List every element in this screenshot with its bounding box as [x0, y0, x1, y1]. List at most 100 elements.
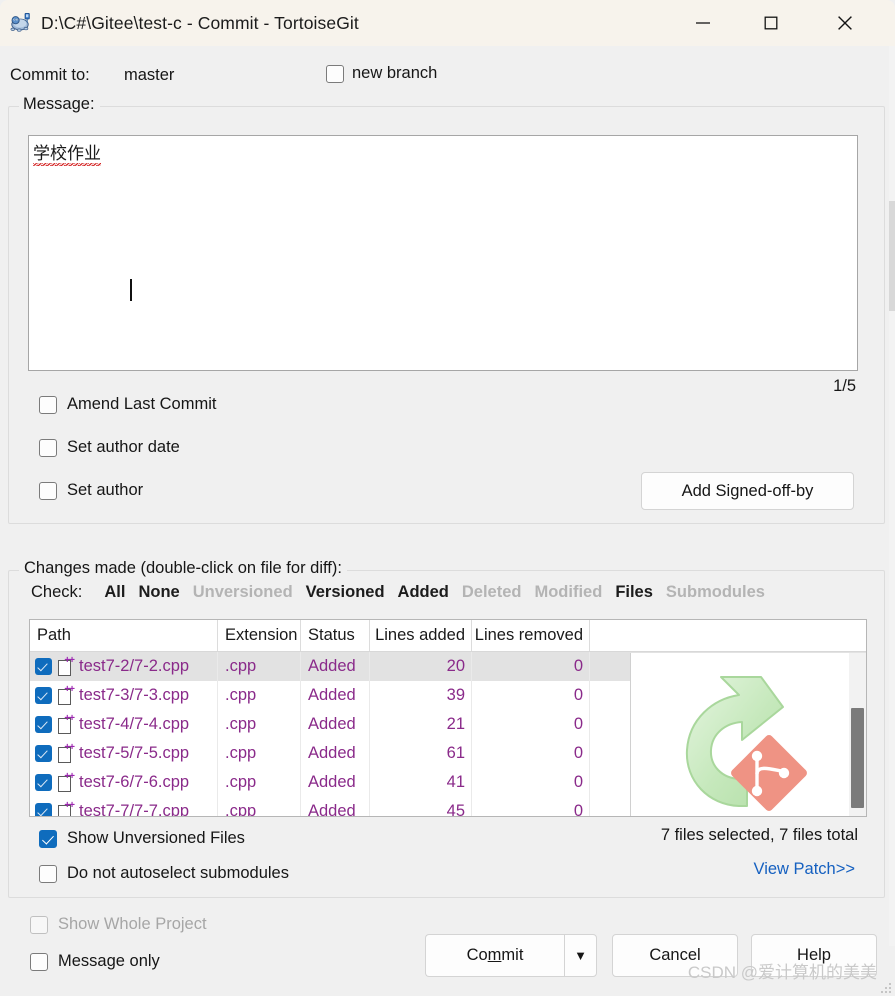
- new-branch-checkbox[interactable]: [326, 64, 344, 83]
- new-branch-checkbox-row[interactable]: new branch: [326, 64, 437, 83]
- column-header-path[interactable]: Path: [30, 620, 218, 651]
- file-lines-added-cell: 21: [370, 710, 472, 739]
- set-author-row[interactable]: Set author: [39, 481, 143, 500]
- file-lines-removed-cell: 0: [472, 797, 590, 816]
- filter-files[interactable]: Files: [615, 583, 653, 602]
- text-caret: [130, 279, 132, 301]
- filter-modified: Modified: [534, 583, 603, 601]
- help-button[interactable]: Help: [751, 934, 877, 977]
- message-only-row[interactable]: Message only: [30, 952, 160, 971]
- maximize-button[interactable]: [743, 0, 799, 46]
- dialog-scrollbar-track[interactable]: [889, 46, 895, 946]
- file-path-text: test7-6/7-6.cpp: [79, 773, 190, 791]
- files-count-status: 7 files selected, 7 files total: [660, 826, 858, 844]
- view-patch-link[interactable]: View Patch>>: [753, 860, 855, 879]
- filter-submodules: Submodules: [665, 583, 765, 601]
- file-lines-added-cell: 45: [370, 797, 472, 816]
- commit-dropdown-button[interactable]: ▼: [564, 934, 597, 977]
- filter-added[interactable]: Added: [398, 583, 449, 602]
- message-group: Message: 学校作业 1/5 Amend Last Commit Set …: [8, 95, 885, 524]
- file-path-cell[interactable]: ++ test7-3/7-3.cpp: [30, 681, 218, 710]
- set-author-date-row[interactable]: Set author date: [39, 438, 180, 457]
- message-group-label: Message:: [19, 95, 100, 114]
- close-button[interactable]: [817, 0, 873, 46]
- row-checkbox[interactable]: [35, 687, 52, 704]
- file-lines-added-cell: 41: [370, 768, 472, 797]
- file-path-text: test7-5/7-5.cpp: [79, 744, 190, 762]
- commit-button-suffix: mit: [501, 946, 524, 964]
- message-input[interactable]: 学校作业: [28, 135, 858, 371]
- file-status-cell: Added: [301, 768, 370, 797]
- no-autoselect-submodules-checkbox[interactable]: [39, 864, 57, 883]
- commit-to-label: Commit to:: [10, 66, 90, 84]
- no-autoselect-submodules-label: Do not autoselect submodules: [67, 864, 289, 882]
- file-extension-cell: .cpp: [218, 710, 301, 739]
- file-path-cell[interactable]: ++ test7-2/7-2.cpp: [30, 652, 218, 681]
- check-filter-row: Check: All None Unversioned Versioned Ad…: [31, 583, 778, 602]
- show-unversioned-files-row[interactable]: Show Unversioned Files: [39, 829, 245, 848]
- changes-group: Changes made (double-click on file for d…: [8, 559, 885, 898]
- file-lines-added-cell: 39: [370, 681, 472, 710]
- filter-deleted: Deleted: [461, 583, 522, 601]
- column-header-lines-removed[interactable]: Lines removed: [472, 620, 590, 651]
- show-whole-project-label: Show Whole Project: [58, 915, 207, 933]
- filter-all[interactable]: All: [104, 583, 125, 602]
- file-list-scrollbar-thumb[interactable]: [851, 708, 864, 808]
- file-path-text: test7-4/7-4.cpp: [79, 715, 190, 733]
- file-extension-cell: .cpp: [218, 652, 301, 681]
- show-unversioned-files-label: Show Unversioned Files: [67, 829, 245, 847]
- tortoisegit-watermark-logo: [643, 655, 833, 816]
- column-header-extension[interactable]: Extension: [218, 620, 301, 651]
- column-header-status[interactable]: Status: [301, 620, 370, 651]
- show-unversioned-files-checkbox[interactable]: [39, 829, 57, 848]
- minimize-button[interactable]: [675, 0, 731, 46]
- file-status-cell: Added: [301, 739, 370, 768]
- commit-button-prefix: Co: [466, 946, 488, 964]
- set-author-date-checkbox[interactable]: [39, 438, 57, 457]
- file-status-cell: Added: [301, 710, 370, 739]
- message-only-label: Message only: [58, 952, 160, 970]
- resize-grip[interactable]: [879, 981, 891, 993]
- changes-group-label: Changes made (double-click on file for d…: [19, 559, 347, 578]
- file-preview-pane: [630, 653, 866, 816]
- new-branch-label: new branch: [352, 64, 438, 82]
- commit-to-branch-value[interactable]: master: [124, 66, 174, 85]
- commit-button-accel: m: [487, 946, 502, 964]
- row-checkbox[interactable]: [35, 716, 52, 733]
- cpp-file-icon: ++: [58, 713, 75, 734]
- add-signed-off-by-button[interactable]: Add Signed-off-by: [641, 472, 854, 510]
- filter-versioned[interactable]: Versioned: [306, 583, 385, 602]
- column-header-lines-added[interactable]: Lines added: [370, 620, 472, 651]
- file-lines-removed-cell: 0: [472, 681, 590, 710]
- file-path-cell[interactable]: ++ test7-4/7-4.cpp: [30, 710, 218, 739]
- set-author-label: Set author: [67, 481, 144, 499]
- amend-last-commit-checkbox[interactable]: [39, 395, 57, 414]
- set-author-checkbox[interactable]: [39, 481, 57, 500]
- show-whole-project-checkbox: [30, 915, 48, 934]
- cpp-file-icon: ++: [58, 684, 75, 705]
- file-lines-removed-cell: 0: [472, 768, 590, 797]
- message-only-checkbox[interactable]: [30, 952, 48, 971]
- file-path-cell[interactable]: ++ test7-7/7-7.cpp: [30, 797, 218, 817]
- row-checkbox[interactable]: [35, 745, 52, 762]
- file-list-scrollbar-track[interactable]: [849, 653, 866, 816]
- amend-last-commit-label: Amend Last Commit: [67, 395, 217, 413]
- row-checkbox[interactable]: [35, 658, 52, 675]
- file-path-cell[interactable]: ++ test7-5/7-5.cpp: [30, 739, 218, 768]
- file-path-cell[interactable]: ++ test7-6/7-6.cpp: [30, 768, 218, 797]
- amend-last-commit-row[interactable]: Amend Last Commit: [39, 395, 216, 414]
- file-path-text: test7-7/7-7.cpp: [79, 802, 190, 817]
- row-checkbox[interactable]: [35, 774, 52, 791]
- file-list[interactable]: Path Extension Status Lines added Lines …: [29, 619, 867, 817]
- cpp-file-icon: ++: [58, 742, 75, 763]
- cpp-file-icon: ++: [58, 800, 75, 816]
- window-title: D:\C#\Gitee\test-c - Commit - TortoiseGi…: [41, 12, 359, 33]
- filter-none[interactable]: None: [138, 583, 179, 602]
- row-checkbox[interactable]: [35, 803, 52, 816]
- cancel-button[interactable]: Cancel: [612, 934, 738, 977]
- dialog-scrollbar-thumb[interactable]: [889, 201, 895, 311]
- file-lines-added-cell: 20: [370, 652, 472, 681]
- cpp-file-icon: ++: [58, 771, 75, 792]
- commit-button[interactable]: Co m mit: [425, 934, 564, 977]
- no-autoselect-submodules-row[interactable]: Do not autoselect submodules: [39, 864, 289, 883]
